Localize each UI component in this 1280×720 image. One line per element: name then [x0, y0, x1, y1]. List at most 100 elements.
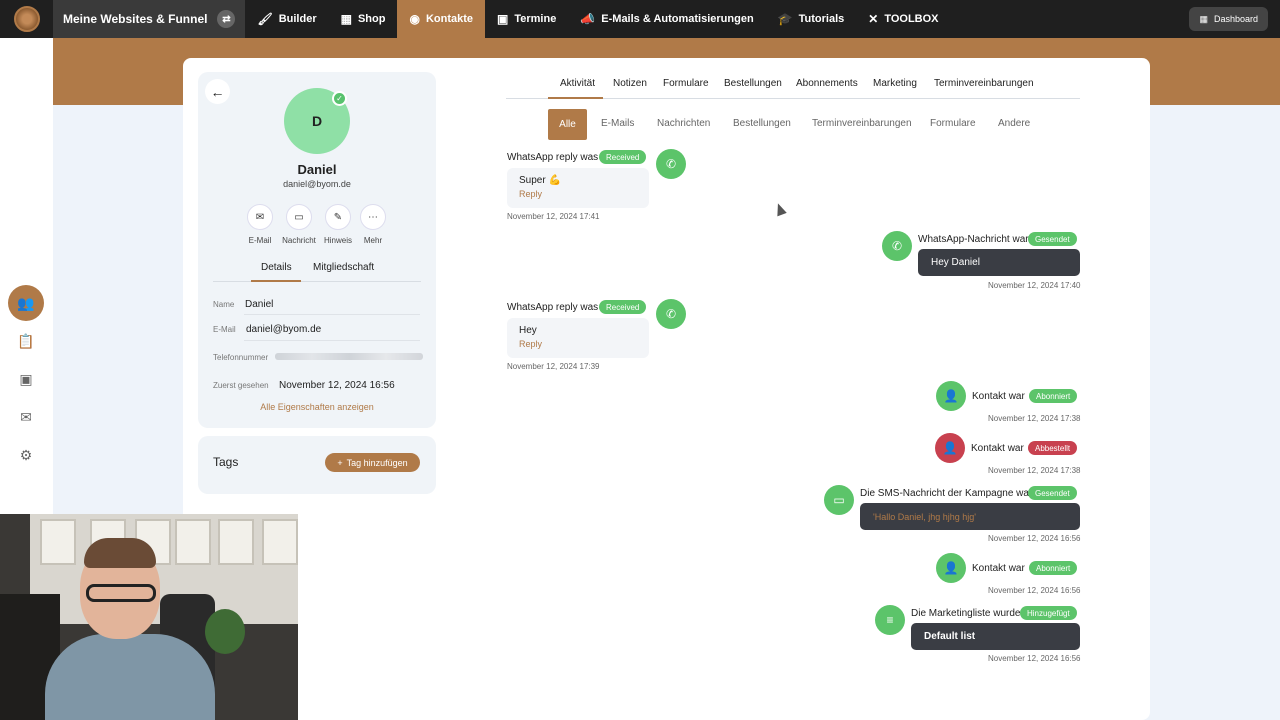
action-more-label: Mehr [363, 236, 383, 245]
site-switcher[interactable]: Meine Websites & Funnel ⇄ [53, 0, 246, 38]
all-properties-link[interactable]: Alle Eigenschaften anzeigen [198, 402, 436, 412]
prop-phone-label: Telefonnummer [213, 353, 269, 362]
top-navigation: Meine Websites & Funnel ⇄ 🖌 Builder ▦ Shop… [0, 0, 1280, 38]
action-note[interactable]: ✎ Hinweis [318, 204, 358, 245]
event-text: Die Marketingliste wurde [911, 608, 1021, 619]
rail-clipboard-icon[interactable]: 📋 [8, 323, 44, 359]
nav-kontakte-label: Kontakte [425, 13, 473, 25]
swap-icon: ⇄ [217, 10, 236, 28]
dashboard-icon: ▦ [1199, 13, 1208, 24]
person-body [45, 634, 215, 720]
tab-notizen[interactable]: Notizen [613, 78, 647, 99]
message-text: Super 💪 [519, 175, 561, 186]
tab-marketing[interactable]: Marketing [873, 78, 917, 99]
nav-emails-label: E-Mails & Automatisierungen [601, 13, 754, 25]
wall-frame [175, 519, 211, 565]
tab-formulare[interactable]: Formulare [663, 78, 709, 99]
profile-tabs: Details Mitgliedschaft [213, 262, 421, 282]
avatar-initial: D [311, 113, 323, 129]
whatsapp-icon: ✆ [656, 149, 686, 179]
nav-kontakte[interactable]: ◉ Kontakte [397, 0, 485, 38]
reply-link[interactable]: Reply [519, 339, 542, 349]
megaphone-icon: 📣 [580, 12, 596, 26]
contact-name: Daniel [297, 162, 337, 177]
tools-icon: ✕ [868, 12, 879, 26]
add-tag-button[interactable]: + Tag hinzufügen [325, 453, 420, 472]
prop-email-label: E-Mail [213, 325, 236, 334]
nav-shop-label: Shop [357, 13, 386, 25]
message-text: Hey [519, 325, 537, 336]
filter-andere[interactable]: Andere [998, 118, 1030, 129]
tab-bestellungen[interactable]: Bestellungen [724, 78, 782, 99]
event-timestamp: November 12, 2024 16:56 [988, 534, 1081, 543]
tab-abonnements[interactable]: Abonnements [796, 78, 858, 99]
tab-details[interactable]: Details [251, 262, 301, 282]
action-more[interactable]: ⋯ Mehr [353, 204, 393, 245]
divider [244, 314, 420, 315]
prop-name-label: Name [213, 300, 235, 309]
dashboard-button[interactable]: ▦ Dashboard [1189, 7, 1268, 31]
rail-mail-icon[interactable]: ✉ [8, 399, 44, 435]
wall-frame [262, 519, 298, 565]
reply-link[interactable]: Reply [519, 189, 542, 199]
brand-logo[interactable] [0, 0, 53, 38]
message-icon: ▭ [286, 204, 312, 230]
site-switcher-label: Meine Websites & Funnel [63, 12, 208, 26]
edit-note-icon: ✎ [325, 204, 351, 230]
outgoing-message: Hey Daniel [918, 249, 1080, 276]
event-text: Kontakt war [972, 563, 1025, 574]
filter-bestellungen[interactable]: Bestellungen [733, 118, 791, 129]
logo-mark [13, 6, 40, 32]
plant [205, 609, 245, 654]
tab-terminvereinbarungen[interactable]: Terminvereinbarungen [934, 78, 1034, 99]
filter-emails[interactable]: E-Mails [601, 118, 634, 129]
nav-toolbox[interactable]: ✕ TOOLBOX [856, 0, 950, 38]
status-badge: Gesendet [1028, 486, 1077, 500]
action-email[interactable]: ✉ E-Mail [240, 204, 280, 245]
filter-alle[interactable]: Alle [548, 109, 587, 140]
glasses [86, 584, 156, 602]
action-email-label: E-Mail [248, 236, 272, 245]
prop-email-value[interactable]: daniel@byom.de [246, 324, 321, 335]
event-text: Die SMS-Nachricht der Kampagne war [860, 488, 1033, 499]
person-add-icon: 👤 [936, 381, 966, 411]
back-arrow-icon[interactable]: ← [205, 79, 230, 104]
person-hair [84, 538, 156, 568]
action-note-label: Hinweis [323, 236, 352, 245]
status-badge: Abonniert [1029, 561, 1078, 575]
event-text: WhatsApp reply was [507, 152, 599, 163]
event-text: Kontakt war [971, 443, 1024, 454]
plus-icon: + [337, 457, 343, 468]
paintbrush-icon: 🖌 [257, 12, 273, 26]
action-message[interactable]: ▭ Nachricht [279, 204, 319, 245]
nav-shop[interactable]: ▦ Shop [329, 0, 398, 38]
nav-termine-label: Termine [514, 13, 557, 25]
nav-builder[interactable]: 🖌 Builder [245, 0, 328, 38]
rail-gear-icon[interactable]: ⚙ [8, 437, 44, 473]
phone-value-redacted[interactable] [275, 353, 423, 360]
tab-membership[interactable]: Mitgliedschaft [313, 262, 374, 282]
tab-aktivitaet[interactable]: Aktivität [548, 78, 603, 99]
divider [244, 340, 420, 341]
status-badge: Abonniert [1029, 389, 1078, 403]
calendar-icon: ▣ [497, 12, 509, 26]
prop-first-seen-label: Zuerst gesehen [213, 381, 269, 390]
prop-name-value[interactable]: Daniel [245, 299, 273, 310]
list-name: Default list [911, 623, 1080, 650]
dashboard-label: Dashboard [1213, 14, 1258, 24]
playlist-add-icon: ≡ [875, 605, 905, 635]
rail-calendar-icon[interactable]: ▣ [8, 361, 44, 397]
filter-formulare[interactable]: Formulare [930, 118, 976, 129]
event-timestamp: November 12, 2024 17:39 [507, 362, 600, 371]
whatsapp-icon: ✆ [882, 231, 912, 261]
rail-contacts-icon[interactable]: 👥 [8, 285, 44, 321]
nav-tutorials[interactable]: 🎓 Tutorials [766, 0, 857, 38]
nav-emails[interactable]: 📣 E-Mails & Automatisierungen [568, 0, 765, 38]
action-message-label: Nachricht [282, 236, 316, 245]
filter-nachrichten[interactable]: Nachrichten [657, 118, 710, 129]
status-badge: Abbestellt [1028, 441, 1078, 455]
nav-termine[interactable]: ▣ Termine [485, 0, 568, 38]
filter-terminvereinbarungen[interactable]: Terminvereinbarungen [812, 118, 912, 129]
webcam-overlay [0, 514, 298, 720]
event-timestamp: November 12, 2024 17:41 [507, 212, 600, 221]
